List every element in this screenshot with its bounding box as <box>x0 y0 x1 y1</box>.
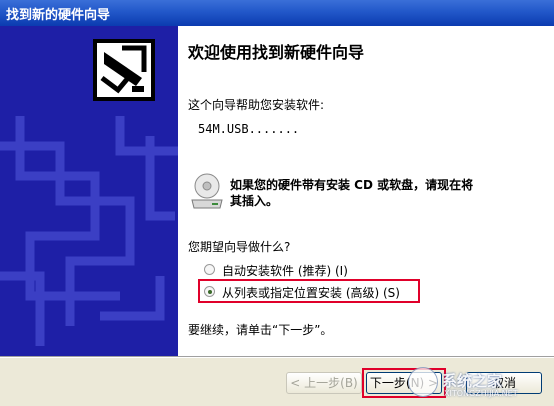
radio-icon[interactable] <box>204 286 215 297</box>
radio-auto-install-label[interactable]: 自动安装软件 (推荐) (I) <box>222 262 348 279</box>
radio-install-from-list-label[interactable]: 从列表或指定位置安装 (高级) (S) <box>222 284 400 301</box>
question-text: 您期望向导做什么? <box>188 240 291 254</box>
device-name: 54M.USB....... <box>198 122 300 136</box>
window-title: 找到新的硬件向导 <box>6 8 111 23</box>
wizard-heading: 欢迎使用找到新硬件向导 <box>188 43 365 62</box>
watermark-text: 系统之家 <box>442 372 503 390</box>
back-button[interactable]: < 上一步(B) <box>286 372 362 394</box>
cd-hint-line1: 如果您的硬件带有安装 CD 或软盘，请现在将 <box>230 178 474 192</box>
watermark-logo-icon <box>408 367 438 397</box>
site-watermark: 系统之家 XITONGZHIJIA.NET <box>408 367 554 403</box>
cd-hint-line2: 其插入。 <box>230 194 279 208</box>
wizard-banner <box>0 26 178 356</box>
continue-instruction: 要继续，请单击“下一步”。 <box>188 323 333 337</box>
radio-icon[interactable] <box>204 264 215 275</box>
cd-drive-icon <box>191 173 223 209</box>
hardware-wizard-icon <box>93 39 155 101</box>
title-bar[interactable]: 找到新的硬件向导 <box>0 0 554 26</box>
found-new-hardware-wizard-window: 找到新的硬件向导 欢迎使用找到新硬件向导 这个向导帮助您安装软件: 54M.US… <box>0 0 554 406</box>
intro-text: 这个向导帮助您安装软件: <box>188 98 325 112</box>
wizard-content: 欢迎使用找到新硬件向导 这个向导帮助您安装软件: 54M.USB....... … <box>178 26 554 356</box>
watermark-subtext: XITONGZHIJIA.NET <box>444 389 518 398</box>
